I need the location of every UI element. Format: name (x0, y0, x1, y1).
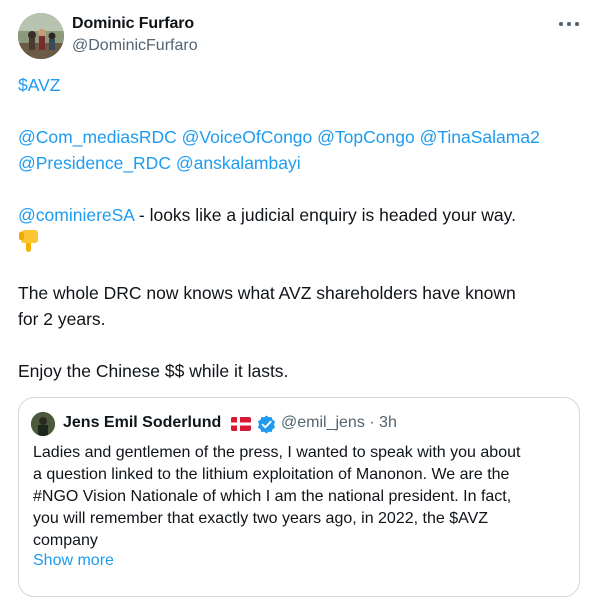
paragraph-line: The whole DRC now knows what AVZ shareho… (18, 283, 516, 303)
quoted-author-handle-time[interactable]: @emil_jens · 3h (281, 414, 397, 432)
cashtag-link[interactable]: $AVZ (18, 75, 60, 95)
paragraph-line: for 2 years. (18, 309, 106, 329)
paragraph-line: Enjoy the Chinese $$ while it lasts. (18, 361, 289, 381)
mention-link[interactable]: @TopCongo (317, 127, 415, 147)
mention-link[interactable]: @cominiereSA (18, 205, 134, 225)
mention-link[interactable]: @VoiceOfCongo (182, 127, 313, 147)
quoted-author-name[interactable]: Jens Emil Soderlund (63, 414, 221, 432)
mention-link[interactable]: @anskalambayi (176, 153, 301, 173)
mention-link[interactable]: @TinaSalama2 (420, 127, 540, 147)
mention-link[interactable]: @Com_mediasRDC (18, 127, 177, 147)
quoted-text-line: a question linked to the lithium exploit… (33, 466, 510, 483)
tweet-text: $AVZ @Com_mediasRDC @VoiceOfCongo @TopCo… (18, 72, 583, 384)
quoted-tweet-text: Ladies and gentlemen of the press, I wan… (33, 442, 563, 552)
quoted-text-line: Ladies and gentlemen of the press, I wan… (33, 444, 521, 461)
mention-link[interactable]: @Presidence_RDC (18, 153, 171, 173)
verified-badge-icon (257, 415, 276, 434)
quoted-text-line: #NGO Vision Nationale of which I am the … (33, 488, 512, 505)
quoted-author-avatar[interactable] (31, 412, 55, 436)
denmark-flag-icon (231, 417, 251, 431)
reply-text: - looks like a judicial enquiry is heade… (134, 205, 516, 225)
quoted-text-line: company (33, 532, 98, 549)
more-options-icon[interactable] (558, 17, 580, 31)
quoted-text-line: you will remember that exactly two years… (33, 510, 489, 527)
author-handle[interactable]: @DominicFurfaro (72, 37, 198, 55)
backhand-index-pointing-down-icon (18, 229, 40, 253)
tweet-header: Dominic Furfaro @DominicFurfaro (18, 13, 583, 63)
show-more-link[interactable]: Show more (33, 552, 114, 570)
author-avatar[interactable] (18, 13, 64, 59)
author-name[interactable]: Dominic Furfaro (72, 15, 194, 33)
quoted-tweet-card[interactable]: Jens Emil Soderlund @emil_jens · 3h Ladi… (18, 397, 580, 597)
